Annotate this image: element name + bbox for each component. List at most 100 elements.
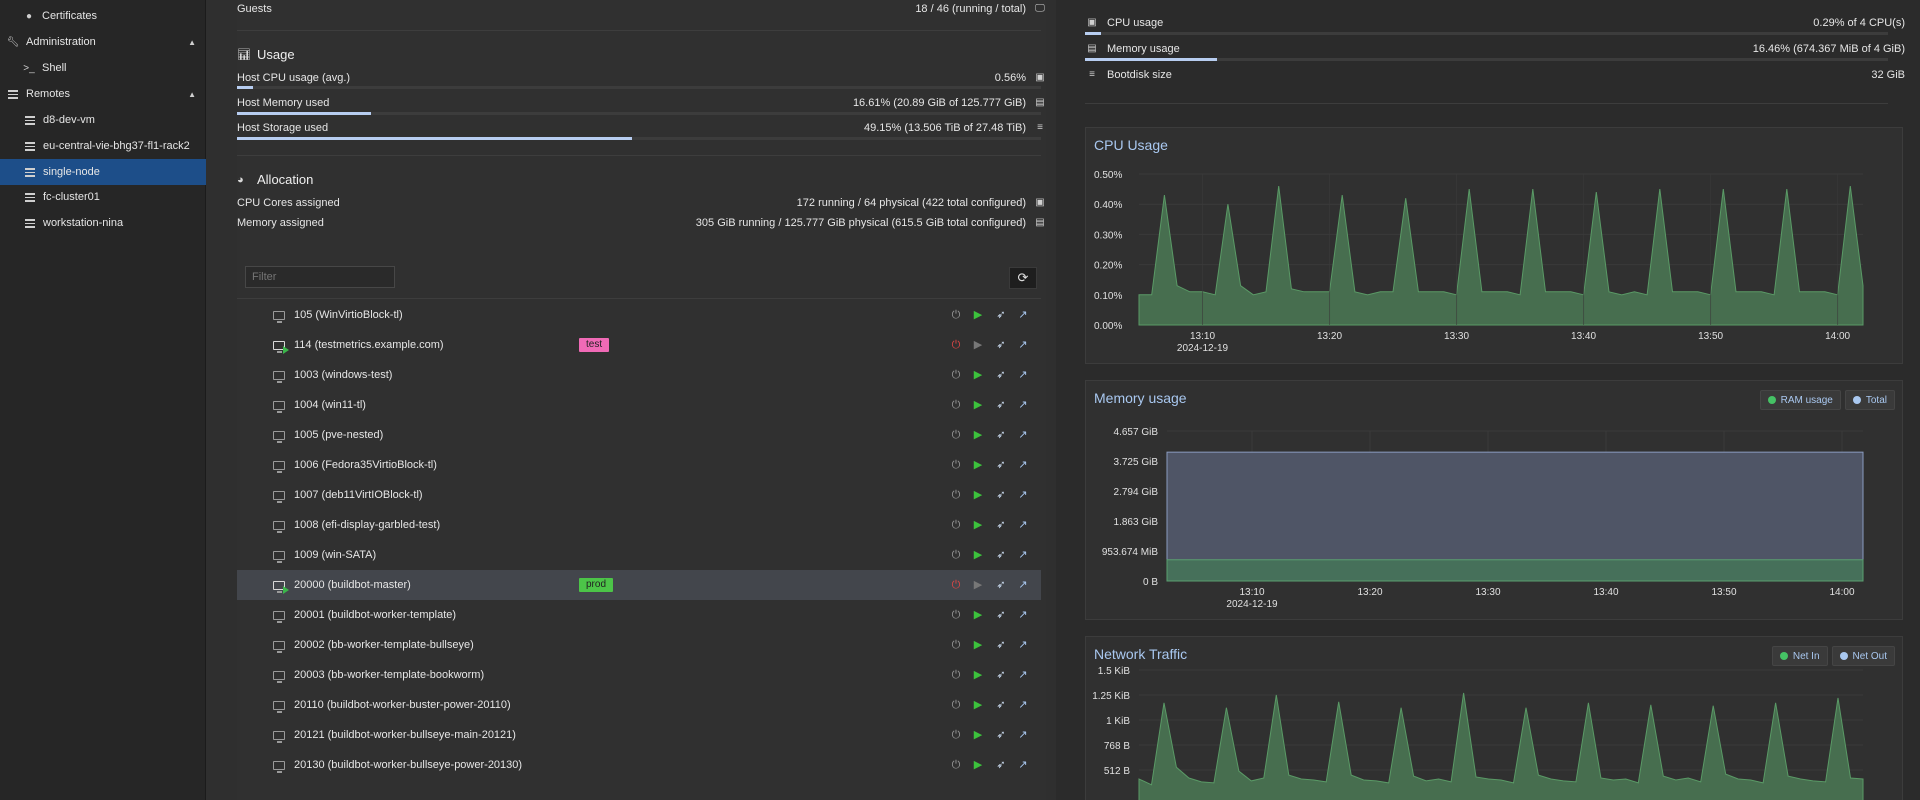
power-icon[interactable]: ⏻ <box>949 518 963 532</box>
power-icon[interactable]: ⏻ <box>949 488 963 502</box>
start-icon[interactable]: ▶ <box>971 638 985 652</box>
external-link-icon[interactable]: ↗ <box>1016 638 1030 652</box>
external-link-icon[interactable]: ↗ <box>1016 578 1030 592</box>
external-link-icon[interactable]: ↗ <box>1016 428 1030 442</box>
migrate-icon[interactable]: ➶ <box>994 368 1008 382</box>
guest-row[interactable]: 20000 (buildbot-master) prod ⏻ ▶ ➶ ↗ <box>237 570 1041 600</box>
sidebar-item-administration[interactable]: 🔧︎ Administration ▲ <box>0 29 206 55</box>
guest-row[interactable]: 1009 (win-SATA) ⏻ ▶ ➶ ↗ <box>237 540 1041 570</box>
sidebar-item-shell[interactable]: >_ Shell <box>0 55 206 81</box>
guest-row[interactable]: 20001 (buildbot-worker-template) ⏻ ▶ ➶ ↗ <box>237 600 1041 630</box>
start-icon[interactable]: ▶ <box>971 668 985 682</box>
sidebar-item-remote-selected[interactable]: single-node <box>0 159 206 185</box>
refresh-button[interactable]: ⟳ <box>1009 267 1037 289</box>
migrate-icon[interactable]: ➶ <box>994 548 1008 562</box>
external-link-icon[interactable]: ↗ <box>1016 608 1030 622</box>
external-link-icon[interactable]: ↗ <box>1016 488 1030 502</box>
migrate-icon[interactable]: ➶ <box>994 338 1008 352</box>
external-link-icon[interactable]: ↗ <box>1016 668 1030 682</box>
start-icon[interactable]: ▶ <box>971 428 985 442</box>
chevron-up-icon[interactable]: ▲ <box>188 90 196 99</box>
sidebar-item-remote[interactable]: eu-central-vie-bhg37-fl1-rack2 <box>0 133 206 159</box>
start-icon[interactable]: ▶ <box>971 488 985 502</box>
migrate-icon[interactable]: ➶ <box>994 758 1008 772</box>
external-link-icon[interactable]: ↗ <box>1016 548 1030 562</box>
guest-row[interactable]: 1003 (windows-test) ⏻ ▶ ➶ ↗ <box>237 360 1041 390</box>
vm-icon <box>273 520 285 533</box>
migrate-icon[interactable]: ➶ <box>994 398 1008 412</box>
migrate-icon[interactable]: ➶ <box>994 698 1008 712</box>
power-icon[interactable]: ⏻ <box>949 308 963 322</box>
database-icon: ≡ <box>1037 122 1043 133</box>
migrate-icon[interactable]: ➶ <box>994 578 1008 592</box>
start-icon[interactable]: ▶ <box>971 758 985 772</box>
power-icon[interactable]: ⏻ <box>949 668 963 682</box>
power-icon[interactable]: ⏻ <box>949 728 963 742</box>
migrate-icon[interactable]: ➶ <box>994 638 1008 652</box>
power-icon[interactable]: ⏻ <box>949 428 963 442</box>
sidebar-item-remote[interactable]: d8-dev-vm <box>0 107 206 133</box>
guest-name: 1004 (win11-tl) <box>294 399 366 411</box>
power-icon[interactable]: ⏻ <box>949 698 963 712</box>
migrate-icon[interactable]: ➶ <box>994 668 1008 682</box>
migrate-icon[interactable]: ➶ <box>994 608 1008 622</box>
start-icon[interactable]: ▶ <box>971 398 985 412</box>
allocation-title-text: Allocation <box>257 172 314 187</box>
power-icon[interactable]: ⏻ <box>949 368 963 382</box>
power-icon[interactable]: ⏻ <box>949 398 963 412</box>
guest-row[interactable]: 1006 (Fedora35VirtioBlock-tl) ⏻ ▶ ➶ ↗ <box>237 450 1041 480</box>
external-link-icon[interactable]: ↗ <box>1016 368 1030 382</box>
power-icon[interactable]: ⏻ <box>949 578 963 592</box>
guest-row[interactable]: 114 (testmetrics.example.com) test ⏻ ▶ ➶ ↗ <box>237 330 1041 360</box>
power-icon[interactable]: ⏻ <box>949 608 963 622</box>
external-link-icon[interactable]: ↗ <box>1016 308 1030 322</box>
guest-row[interactable]: 105 (WinVirtioBlock-tl) ⏻ ▶ ➶ ↗ <box>237 300 1041 330</box>
start-icon[interactable]: ▶ <box>971 698 985 712</box>
server-icon <box>25 218 35 228</box>
external-link-icon[interactable]: ↗ <box>1016 398 1030 412</box>
guest-row[interactable]: 1004 (win11-tl) ⏻ ▶ ➶ ↗ <box>237 390 1041 420</box>
sidebar: ● Certificates 🔧︎ Administration ▲ >_ Sh… <box>0 0 206 800</box>
start-icon[interactable]: ▶ <box>971 458 985 472</box>
chevron-up-icon[interactable]: ▲ <box>188 38 196 47</box>
external-link-icon[interactable]: ↗ <box>1016 518 1030 532</box>
power-icon[interactable]: ⏻ <box>949 638 963 652</box>
external-link-icon[interactable]: ↗ <box>1016 698 1030 712</box>
start-icon[interactable]: ▶ <box>971 548 985 562</box>
guest-row[interactable]: 20130 (buildbot-worker-bullseye-power-20… <box>237 750 1041 780</box>
guest-row[interactable]: 20110 (buildbot-worker-buster-power-2011… <box>237 690 1041 720</box>
sidebar-item-remote[interactable]: fc-cluster01 <box>0 184 206 210</box>
start-icon[interactable]: ▶ <box>971 308 985 322</box>
migrate-icon[interactable]: ➶ <box>994 308 1008 322</box>
guest-row[interactable]: 20121 (buildbot-worker-bullseye-main-201… <box>237 720 1041 750</box>
external-link-icon[interactable]: ↗ <box>1016 338 1030 352</box>
start-icon[interactable]: ▶ <box>971 338 985 352</box>
guest-row[interactable]: 20003 (bb-worker-template-bookworm) ⏻ ▶ ➶ ↗ <box>237 660 1041 690</box>
migrate-icon[interactable]: ➶ <box>994 458 1008 472</box>
power-icon[interactable]: ⏻ <box>949 548 963 562</box>
sidebar-item-certificates[interactable]: ● Certificates <box>0 3 206 29</box>
filter-input[interactable] <box>245 266 395 288</box>
sidebar-item-remotes[interactable]: Remotes ▲ <box>0 81 206 107</box>
guest-row[interactable]: 20002 (bb-worker-template-bullseye) ⏻ ▶ ➶ ↗ <box>237 630 1041 660</box>
database-icon: ≡ <box>1089 69 1095 80</box>
start-icon[interactable]: ▶ <box>971 608 985 622</box>
guest-row[interactable]: 1008 (efi-display-garbled-test) ⏻ ▶ ➶ ↗ <box>237 510 1041 540</box>
guest-row[interactable]: 1005 (pve-nested) ⏻ ▶ ➶ ↗ <box>237 420 1041 450</box>
power-icon[interactable]: ⏻ <box>949 338 963 352</box>
power-icon[interactable]: ⏻ <box>949 758 963 772</box>
start-icon[interactable]: ▶ <box>971 578 985 592</box>
migrate-icon[interactable]: ➶ <box>994 518 1008 532</box>
guest-row[interactable]: 1007 (deb11VirtIOBlock-tl) ⏻ ▶ ➶ ↗ <box>237 480 1041 510</box>
migrate-icon[interactable]: ➶ <box>994 428 1008 442</box>
migrate-icon[interactable]: ➶ <box>994 728 1008 742</box>
start-icon[interactable]: ▶ <box>971 518 985 532</box>
start-icon[interactable]: ▶ <box>971 368 985 382</box>
external-link-icon[interactable]: ↗ <box>1016 758 1030 772</box>
start-icon[interactable]: ▶ <box>971 728 985 742</box>
migrate-icon[interactable]: ➶ <box>994 488 1008 502</box>
power-icon[interactable]: ⏻ <box>949 458 963 472</box>
external-link-icon[interactable]: ↗ <box>1016 728 1030 742</box>
external-link-icon[interactable]: ↗ <box>1016 458 1030 472</box>
sidebar-item-remote[interactable]: workstation-nina <box>0 210 206 236</box>
